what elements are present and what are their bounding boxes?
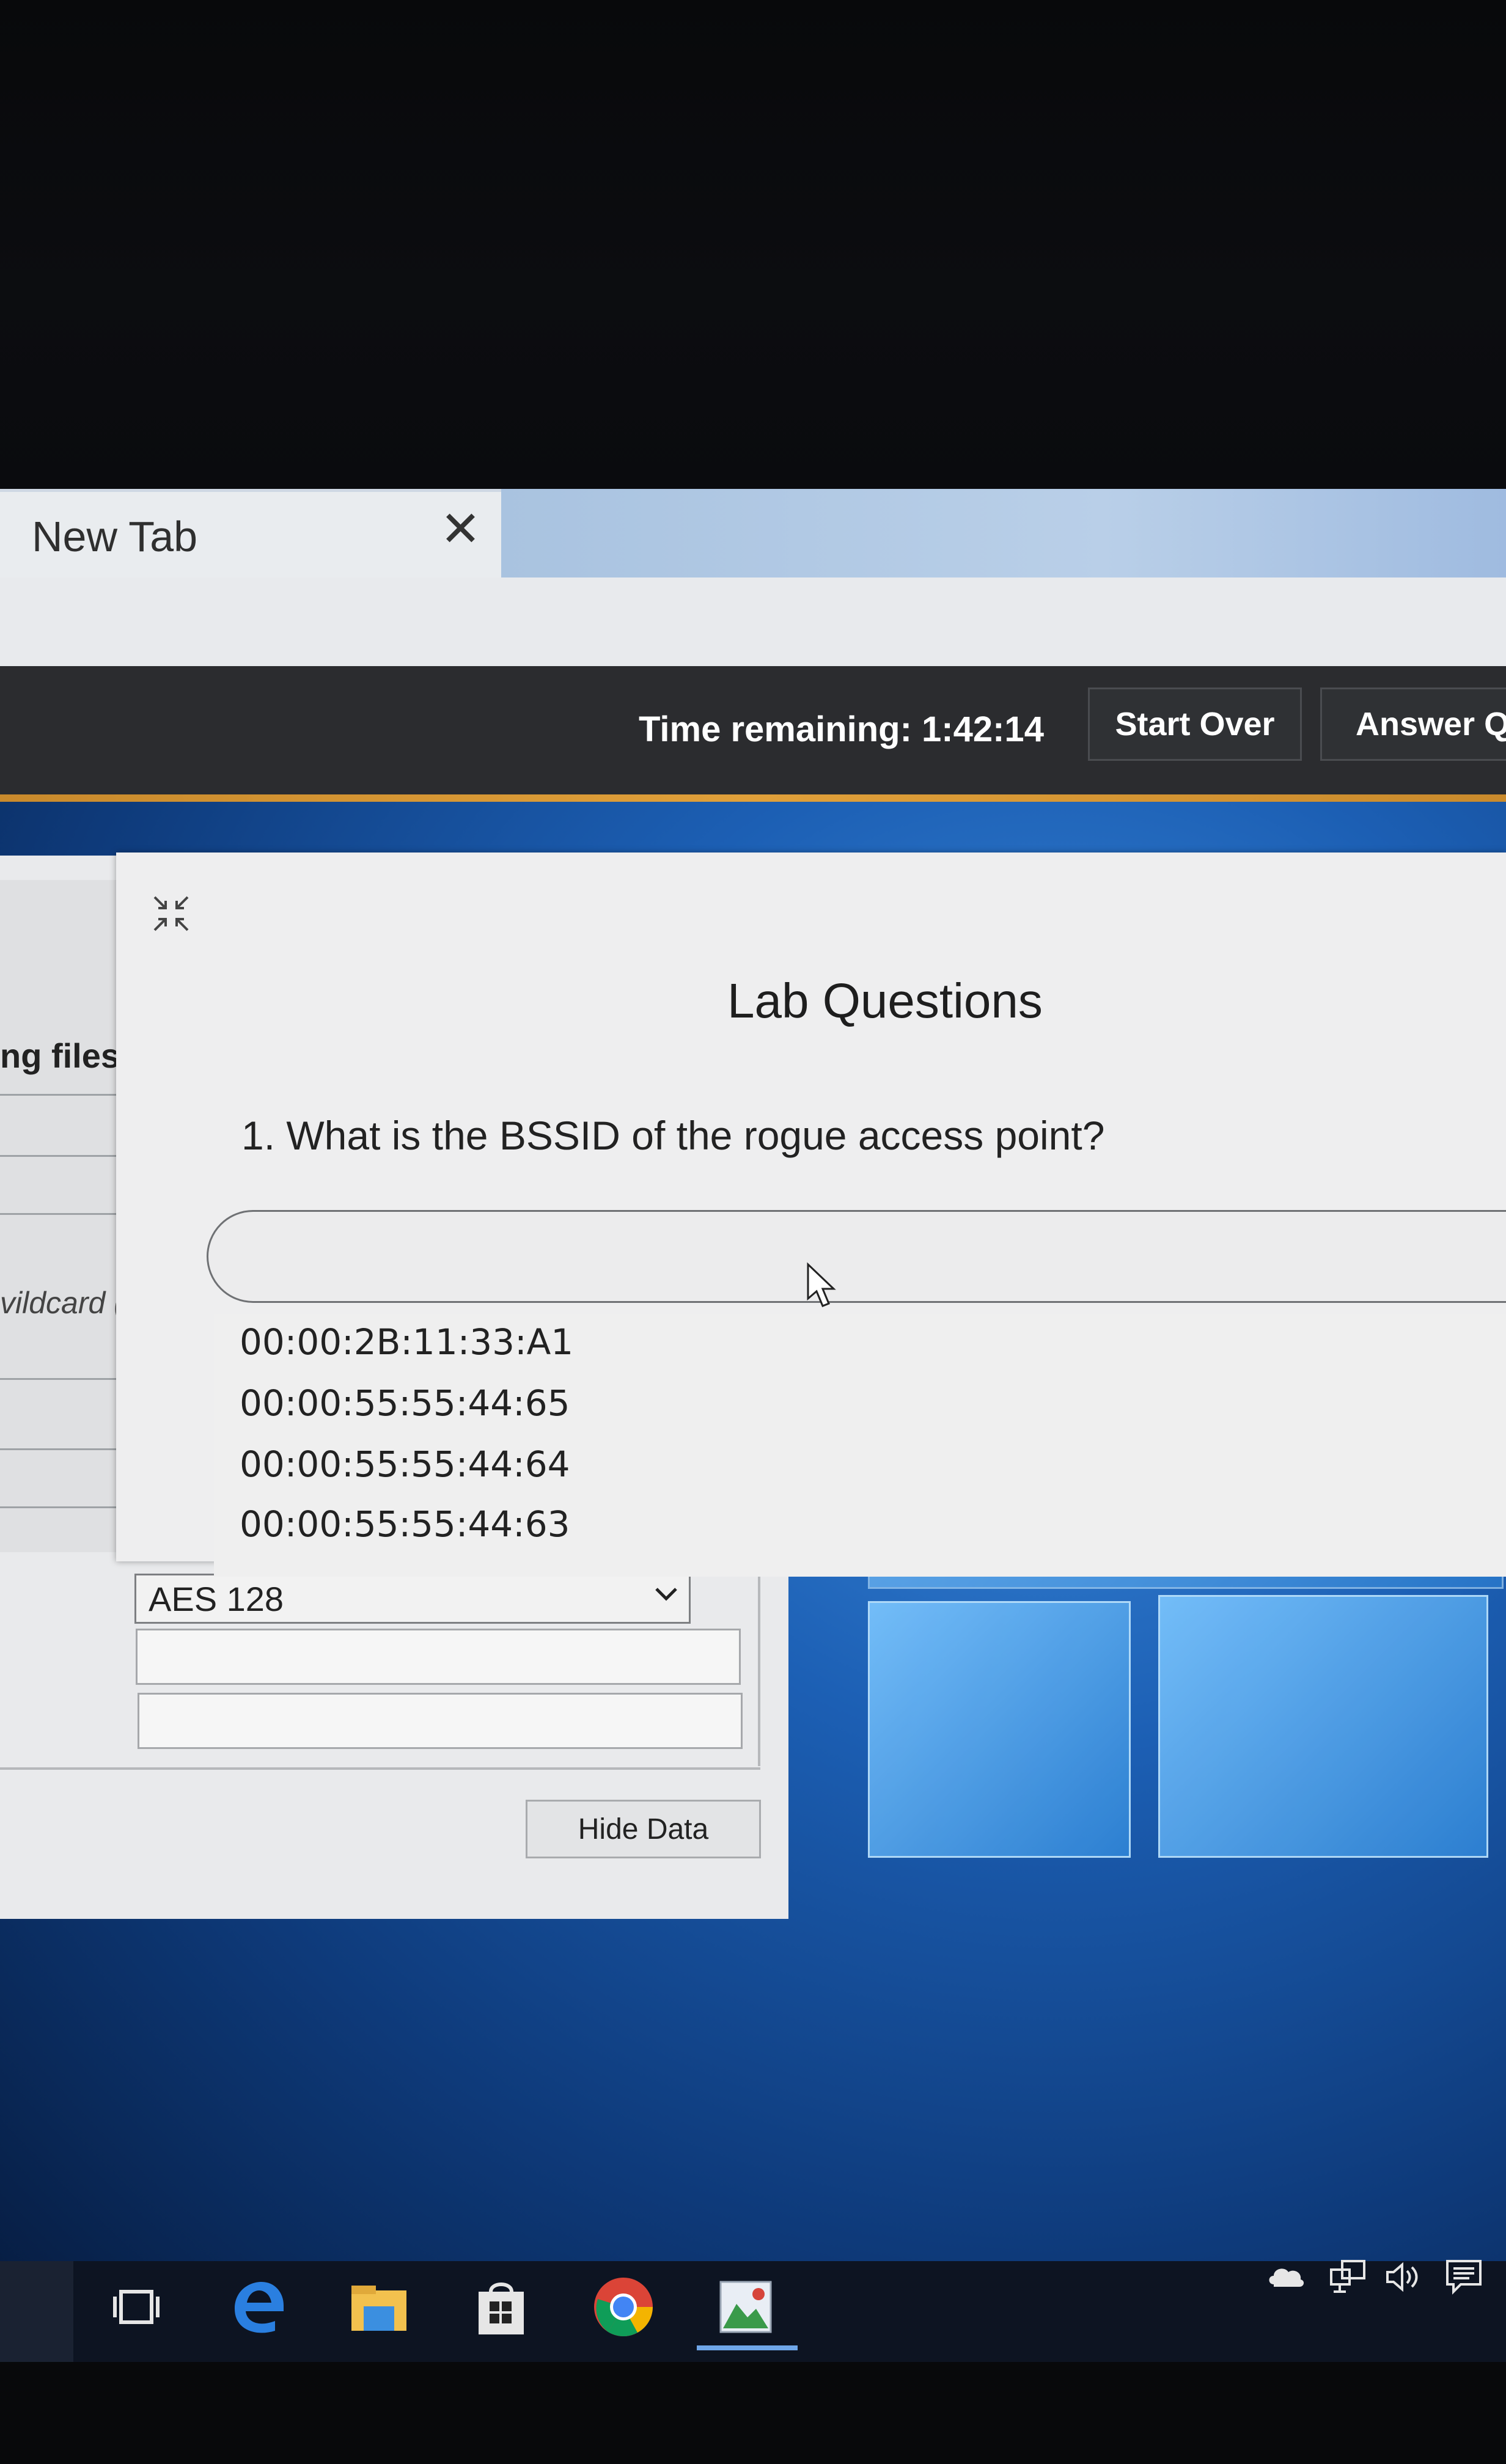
file-explorer-icon[interactable] (345, 2273, 413, 2341)
answer-option[interactable]: 00:00:55:55:44:63 (240, 1503, 570, 1545)
header-accent-line (0, 794, 1506, 802)
start-area[interactable] (0, 2261, 73, 2362)
answer-option[interactable]: 00:00:55:55:44:65 (240, 1382, 570, 1424)
active-app-indicator (697, 2345, 798, 2350)
chevron-down-icon[interactable] (653, 1577, 680, 1619)
app-icon[interactable] (712, 2273, 779, 2341)
encryption-select-value: AES 128 (149, 1579, 284, 1618)
browser-toolbar (0, 578, 1506, 669)
divider (0, 1448, 131, 1450)
windows-logo-pane (1158, 1595, 1488, 1858)
text-field[interactable] (136, 1629, 741, 1685)
answer-option[interactable]: 00:00:55:55:44:64 (240, 1443, 570, 1485)
question-text: 1. What is the BSSID of the rogue access… (241, 1113, 1105, 1158)
group-frame (758, 1571, 760, 1766)
volume-icon[interactable] (1381, 2255, 1424, 2298)
cloud-icon[interactable] (1265, 2255, 1308, 2298)
windows-logo-pane (868, 1601, 1131, 1858)
answer-questions-button[interactable]: Answer Qu (1320, 688, 1506, 761)
divider (0, 1378, 131, 1380)
background-sidebar (0, 880, 128, 1552)
collapse-icon[interactable] (150, 892, 193, 935)
answer-option[interactable]: 00:00:2B:11:33:A1 (240, 1321, 573, 1363)
edge-icon[interactable] (225, 2273, 292, 2341)
chrome-icon[interactable] (590, 2273, 657, 2341)
group-frame (0, 1767, 760, 1770)
divider (0, 1155, 128, 1157)
panel-title: Lab Questions (727, 974, 1043, 1028)
divider (0, 1094, 128, 1096)
hide-data-button[interactable]: Hide Data (526, 1800, 761, 1858)
mouse-cursor-icon (806, 1262, 842, 1311)
wildcard-label: vildcard (* (0, 1286, 136, 1320)
tab-close-icon[interactable]: ✕ (440, 505, 481, 554)
files-label: ng files (0, 1036, 120, 1075)
divider (0, 1506, 131, 1508)
store-icon[interactable] (468, 2273, 535, 2341)
answer-select[interactable] (207, 1210, 1506, 1303)
monitor-bezel-bottom (0, 2362, 1506, 2464)
tab-title: New Tab (32, 513, 198, 560)
tab-strip-background (501, 489, 1506, 578)
encryption-select[interactable]: AES 128 (134, 1574, 691, 1624)
notification-icon[interactable] (1442, 2255, 1485, 2298)
divider (0, 1213, 128, 1215)
task-view-icon[interactable] (103, 2273, 170, 2341)
monitor-bezel-top (0, 0, 1506, 489)
text-field[interactable] (138, 1693, 743, 1749)
start-over-button[interactable]: Start Over (1088, 688, 1302, 761)
time-remaining: Time remaining: 1:42:14 (639, 710, 1044, 749)
network-icon[interactable] (1326, 2255, 1369, 2298)
